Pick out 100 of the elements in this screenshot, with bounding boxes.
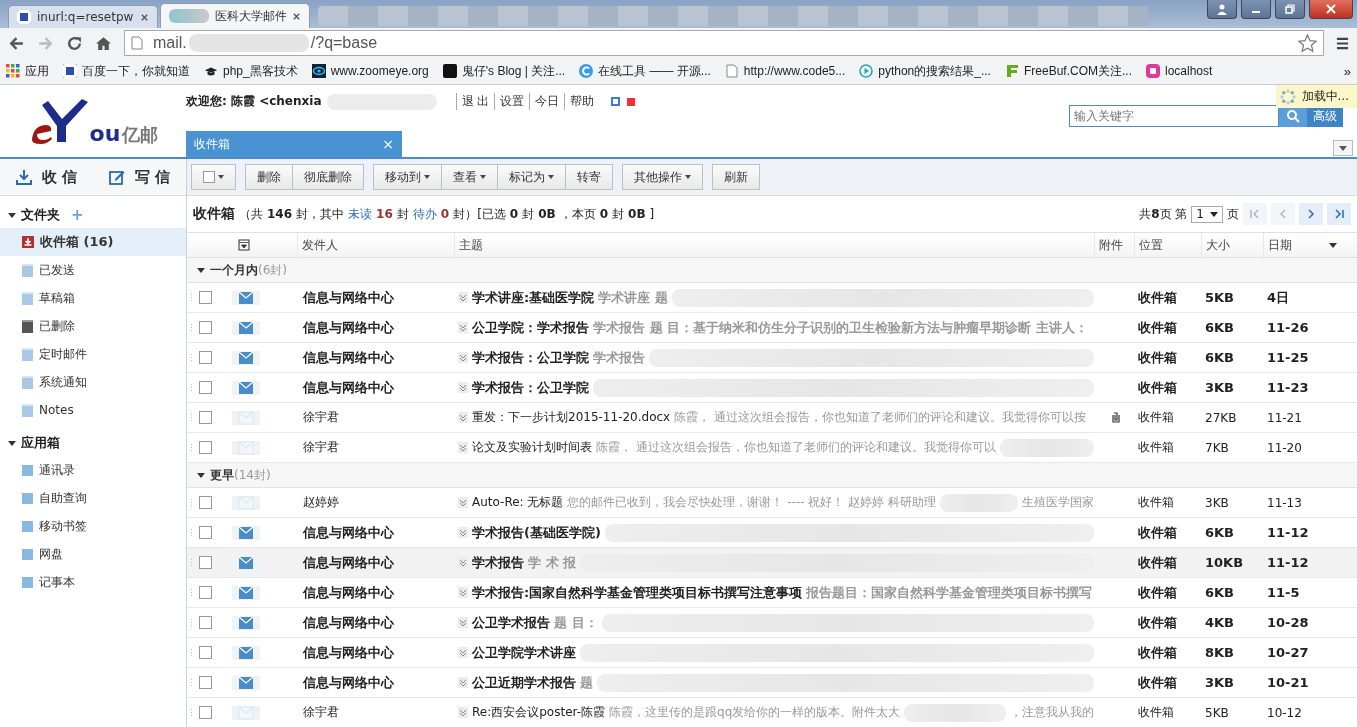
expand-icon[interactable] xyxy=(458,352,468,363)
column-header[interactable]: 位置 xyxy=(1134,233,1201,257)
mail-row[interactable]: 徐宇君 Re:西安会议poster-陈霞 陈霞，这里传的是跟qq发给你的一样的版本。附件太大 ，注意我从我的 收件箱 5KB 10-12 xyxy=(187,698,1357,727)
reload-icon[interactable] xyxy=(66,34,83,52)
folder-item[interactable]: 记事本 xyxy=(0,568,186,596)
expand-icon[interactable] xyxy=(458,647,468,658)
bookmark[interactable]: http://www.code5... xyxy=(724,64,846,78)
folder-item[interactable]: 草稿箱 xyxy=(0,284,186,312)
toolbar-button[interactable]: 彻底删除 xyxy=(292,164,364,190)
bookmark[interactable]: www.zoomeye.org xyxy=(311,64,429,78)
column-header[interactable]: 主题 xyxy=(454,233,1094,257)
checkbox[interactable] xyxy=(199,441,212,454)
home-icon[interactable] xyxy=(95,34,112,52)
next-page-icon[interactable] xyxy=(1299,203,1323,225)
compose-action[interactable]: 写 信 xyxy=(93,159,186,195)
checkbox[interactable] xyxy=(199,556,212,569)
expand-icon[interactable] xyxy=(458,412,468,423)
close-icon[interactable] xyxy=(1309,0,1353,19)
checkbox[interactable] xyxy=(199,586,212,599)
toolbar-button[interactable]: 删除 xyxy=(245,164,293,190)
menu-icon[interactable] xyxy=(1336,36,1349,50)
checkbox[interactable] xyxy=(199,616,212,629)
mail-row[interactable]: 信息与网络中心 学术报告(基础医学院) 收件箱 6KB 11-12 xyxy=(187,518,1357,548)
expand-icon[interactable] xyxy=(458,442,468,453)
checkbox[interactable] xyxy=(199,291,212,304)
toolbar-button[interactable] xyxy=(191,164,236,190)
search-field[interactable]: 输入关键字 xyxy=(1069,105,1279,127)
dropdown-button[interactable] xyxy=(1333,140,1353,156)
mail-row[interactable]: 徐宇君 重发：下一步计划2015-11-20.docx 陈霞， 通过这次组会报告，你也知道了老师们的评论和建议。我觉得你可以按 收件箱 27KB 11-21 xyxy=(187,403,1357,433)
sort-icon[interactable] xyxy=(1329,242,1337,248)
column-header[interactable]: 大小 xyxy=(1201,233,1263,257)
collapse-icon[interactable] xyxy=(197,472,205,478)
mail-row[interactable]: 信息与网络中心 学术报告:国家自然科学基金管理类项目标书撰写注意事项 报告题目：国家自然科学基金管理类项目标书撰写 收件箱 6KB 11-5 xyxy=(187,578,1357,608)
browser-tab[interactable]: 医科大学邮件 xyxy=(160,3,310,28)
mail-row[interactable]: 信息与网络中心 学术报告：公卫学院 收件箱 3KB 11-23 xyxy=(187,373,1357,403)
theme-swatch[interactable] xyxy=(627,97,636,106)
mail-row[interactable]: 信息与网络中心 公卫近期学术报告 题 收件箱 3KB 10-21 xyxy=(187,668,1357,698)
user-icon[interactable] xyxy=(1207,0,1237,19)
folder-item[interactable]: 移动书签 xyxy=(0,512,186,540)
folder-item[interactable]: 网盘 xyxy=(0,540,186,568)
folder-item[interactable]: 收件箱 (16) xyxy=(0,228,186,256)
restore-icon[interactable] xyxy=(1275,0,1305,19)
close-icon[interactable] xyxy=(140,12,149,22)
minimize-icon[interactable] xyxy=(1241,0,1271,19)
column-menu-icon[interactable] xyxy=(238,239,250,251)
checkbox[interactable] xyxy=(199,321,212,334)
expand-icon[interactable] xyxy=(458,497,468,508)
page-select[interactable]: 1 xyxy=(1191,205,1223,223)
toolbar-button[interactable]: 转寄 xyxy=(565,164,613,190)
section-title[interactable]: 应用箱 xyxy=(21,434,60,452)
column-header[interactable]: 发件人 xyxy=(297,233,454,257)
collapse-icon[interactable] xyxy=(8,440,16,446)
mail-row[interactable]: 信息与网络中心 公卫学院：学术报告 学术报告 题 目：基于纳米和仿生分子识别的卫生检验新方法与肿瘤早期诊断 主讲人： 收件箱 6KB 11-26 xyxy=(187,313,1357,343)
checkbox[interactable] xyxy=(199,706,212,719)
mail-row[interactable]: 信息与网络中心 公卫学院学术讲座 收件箱 8KB 10-27 xyxy=(187,638,1357,668)
mail-row[interactable]: 信息与网络中心 学术讲座:基础医学院 学术讲座 题 收件箱 5KB 4日 xyxy=(187,283,1357,313)
folder-item[interactable]: 系统通知 xyxy=(0,368,186,396)
theme-swatch[interactable] xyxy=(611,97,621,106)
header-link[interactable]: 退 出 xyxy=(455,93,490,110)
collapse-icon[interactable] xyxy=(8,212,16,218)
mail-row[interactable]: 信息与网络中心 学术报告 学 术 报 收件箱 10KB 11-12 xyxy=(187,548,1357,578)
expand-icon[interactable] xyxy=(458,292,468,303)
compose-action[interactable]: 收 信 xyxy=(0,159,93,195)
folder-item[interactable]: 自助查询 xyxy=(0,484,186,512)
bookmark[interactable]: 应用 xyxy=(6,62,49,80)
checkbox[interactable] xyxy=(199,676,212,689)
collapse-icon[interactable] xyxy=(197,267,205,273)
checkbox[interactable] xyxy=(199,351,212,364)
folder-item[interactable]: Notes xyxy=(0,396,186,424)
section-title[interactable]: 文件夹 xyxy=(21,206,60,224)
checkbox[interactable] xyxy=(199,411,212,424)
last-page-icon[interactable] xyxy=(1327,203,1351,225)
header-link[interactable]: 帮助 xyxy=(564,93,595,110)
address-bar[interactable]: mail. /?q=base xyxy=(124,30,1324,56)
bookmark[interactable]: python的搜索结果_... xyxy=(859,62,991,80)
bookmark[interactable]: localhost xyxy=(1146,64,1213,78)
star-icon[interactable] xyxy=(1298,33,1317,53)
folder-item[interactable]: 通讯录 xyxy=(0,456,186,484)
expand-icon[interactable] xyxy=(458,322,468,333)
toolbar-button[interactable]: 查看 xyxy=(441,164,498,190)
expand-icon[interactable] xyxy=(458,587,468,598)
folder-item[interactable]: 定时邮件 xyxy=(0,340,186,368)
expand-icon[interactable] xyxy=(458,557,468,568)
bookmark[interactable]: 在线工具 —— 开源... xyxy=(579,62,711,80)
close-icon[interactable] xyxy=(292,11,301,21)
header-link[interactable]: 今日 xyxy=(529,93,560,110)
column-header[interactable]: 附件 xyxy=(1094,233,1134,257)
expand-icon[interactable] xyxy=(458,677,468,688)
mail-row[interactable]: 信息与网络中心 学术报告：公卫学院 学术报告 收件箱 6KB 11-25 xyxy=(187,343,1357,373)
checkbox[interactable] xyxy=(199,646,212,659)
mail-row[interactable]: 信息与网络中心 公卫学术报告 题 目： 收件箱 4KB 10-28 xyxy=(187,608,1357,638)
bookmark[interactable]: 百度一下，你就知道 xyxy=(63,62,190,80)
toolbar-button[interactable]: 移动到 xyxy=(373,164,442,190)
bookmark[interactable]: 鬼仔's Blog | 关注... xyxy=(442,62,566,80)
more-bookmarks-button[interactable]: » xyxy=(1343,63,1351,79)
mail-row[interactable]: 赵婷婷 Auto-Re: 无标题 您的邮件已收到，我会尽快处理，谢谢！ ---- 祝好！ 赵婷婷 科研助理 生殖医学国家 收件箱 3KB 11-13 xyxy=(187,488,1357,518)
first-page-icon[interactable] xyxy=(1243,203,1267,225)
bookmark[interactable]: FreeBuf.COM关注... xyxy=(1004,62,1132,80)
checkbox[interactable] xyxy=(199,381,212,394)
toolbar-button[interactable]: 其他操作 xyxy=(622,164,703,190)
